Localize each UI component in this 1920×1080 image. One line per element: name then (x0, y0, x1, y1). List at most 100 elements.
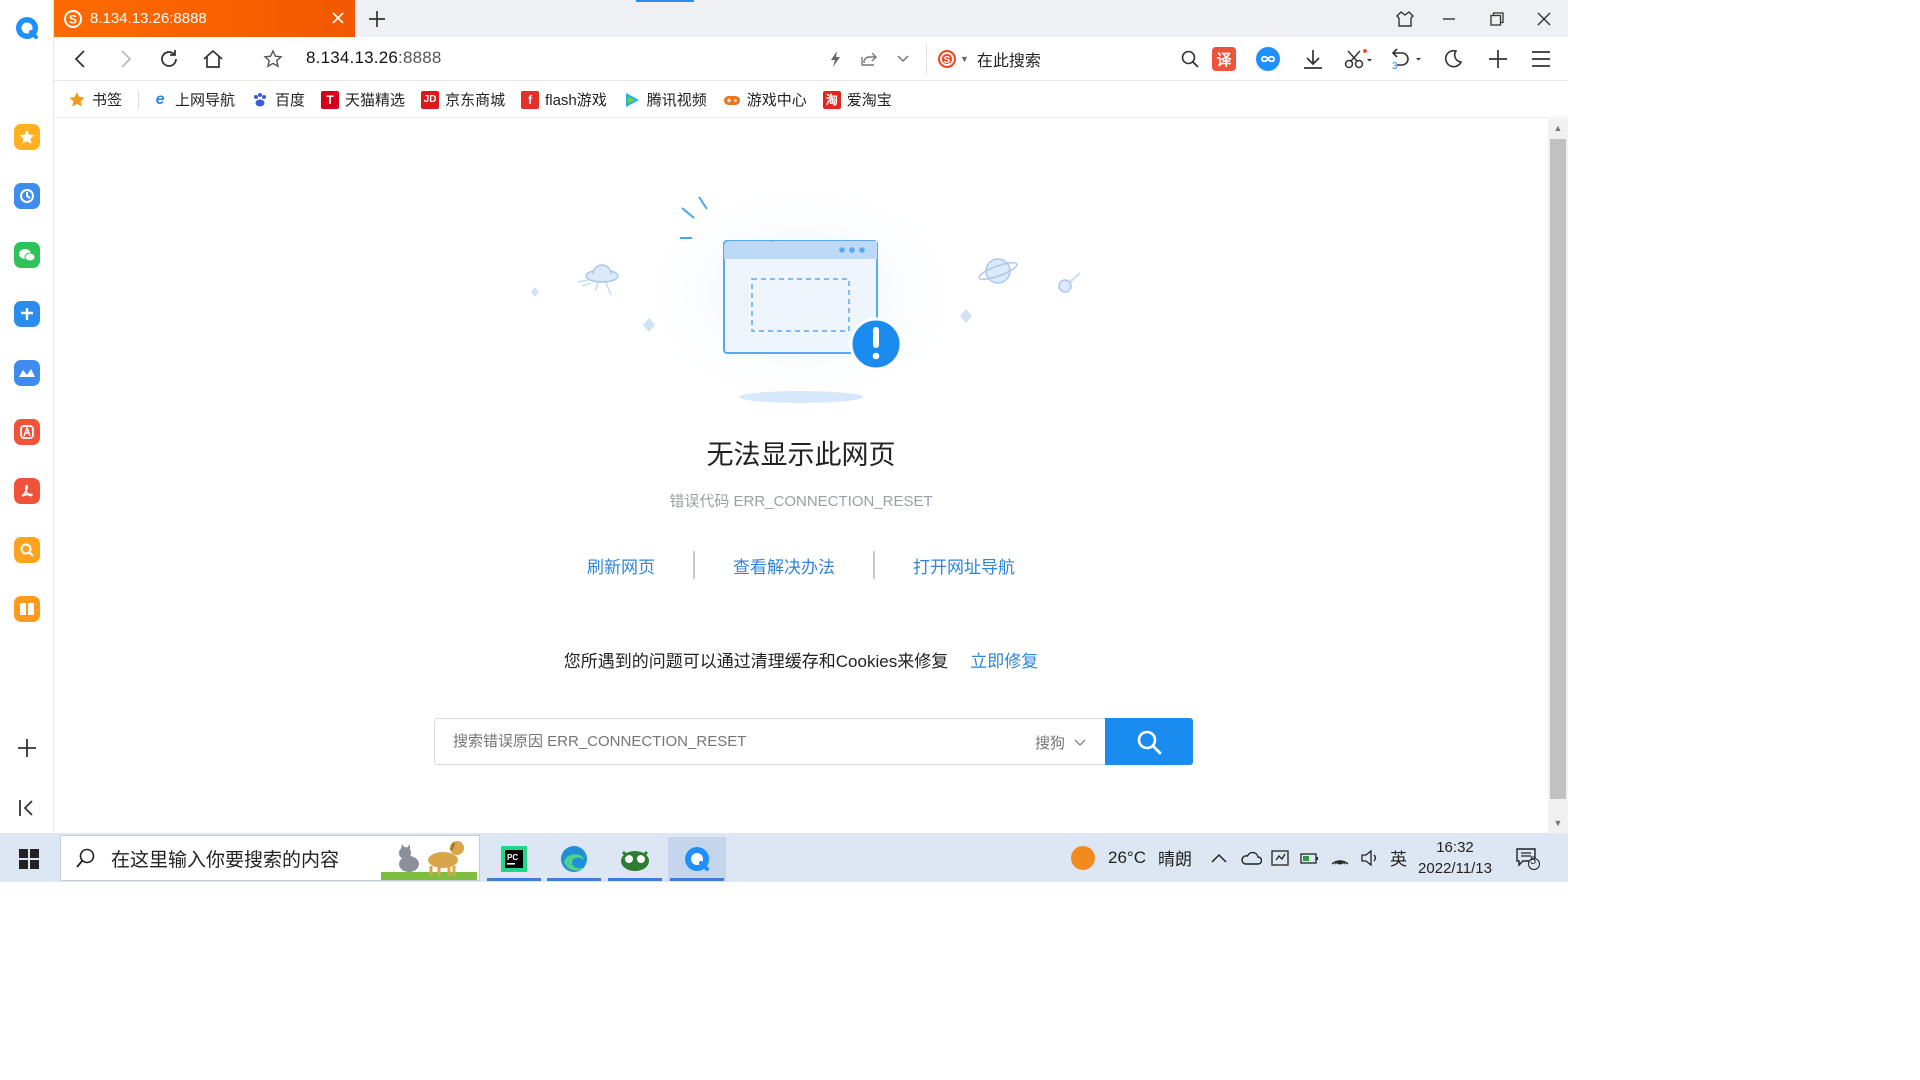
night-mode-moon-icon[interactable] (1441, 47, 1465, 71)
vertical-scrollbar[interactable]: ▲ ▼ (1548, 119, 1568, 833)
fix-now-link[interactable]: 立即修复 (970, 652, 1038, 671)
error-page: 无法显示此网页 错误代码 ERR_CONNECTION_RESET 刷新网页 查… (54, 119, 1548, 833)
search-icon (1137, 730, 1162, 754)
screenshot-scissors-icon[interactable] (1342, 47, 1374, 71)
chevron-down-icon (1074, 739, 1086, 746)
home-icon[interactable] (201, 47, 225, 71)
active-tab[interactable]: S 8.134.13.26:8888 (54, 0, 355, 37)
sogou-engine-icon[interactable]: S (937, 49, 957, 69)
cloud-drive-icon[interactable] (14, 360, 40, 386)
view-solutions-link[interactable]: 查看解决办法 (733, 553, 835, 578)
scroll-up-icon[interactable]: ▲ (1553, 123, 1563, 133)
wifi-icon[interactable] (1330, 849, 1350, 867)
clock-date: 2022/11/13 (1418, 860, 1492, 877)
bookmark-item-tmall[interactable]: T 天猫精选 (321, 89, 405, 110)
add-icon[interactable] (1486, 47, 1510, 71)
download-icon[interactable] (1301, 47, 1325, 71)
left-sidebar (0, 0, 54, 833)
error-search-button[interactable] (1105, 718, 1193, 765)
add-sidebar-icon[interactable] (15, 736, 39, 760)
refresh-page-link[interactable]: 刷新网页 (587, 553, 655, 578)
sun-icon (1071, 845, 1095, 870)
taskbar-clock[interactable]: 16:32 2022/11/13 (1410, 837, 1500, 879)
forward-icon[interactable] (113, 47, 137, 71)
running-indicator (670, 878, 724, 881)
pdf-icon[interactable] (14, 478, 40, 504)
chevron-down-icon[interactable] (891, 47, 915, 71)
speed-mode-icon[interactable] (823, 47, 847, 71)
bookmark-item-baidu[interactable]: 百度 (251, 89, 305, 110)
restore-icon[interactable] (1486, 8, 1508, 30)
svg-text:S: S (69, 12, 77, 26)
translate-icon[interactable] (14, 419, 40, 445)
undo-close-icon[interactable]: 3 (1388, 47, 1422, 72)
running-indicator (487, 878, 541, 881)
ime-indicator[interactable]: 英 (1390, 845, 1407, 870)
tab-strip: S 8.134.13.26:8888 (54, 0, 1568, 37)
browser-logo-icon[interactable] (13, 14, 41, 42)
clock-time: 16:32 (1436, 839, 1474, 856)
taskbar-search[interactable]: 在这里输入你要搜索的内容 (60, 835, 480, 881)
notification-center[interactable]: 5 (1514, 833, 1540, 882)
infinity-icon[interactable] (1256, 47, 1280, 71)
weather-widget[interactable]: 26°C 晴朗 (1070, 833, 1192, 882)
bookmark-item-game-center[interactable]: 游戏中心 (723, 89, 807, 110)
flight-icon[interactable] (14, 301, 40, 327)
taskbar-browser-icon[interactable] (668, 837, 726, 881)
search-placeholder: 在此搜索 (976, 53, 1041, 70)
open-url-nav-link[interactable]: 打开网址导航 (913, 553, 1015, 578)
address-bar[interactable]: 8.134.13.26:8888 (306, 48, 442, 68)
share-icon[interactable] (857, 47, 881, 71)
menu-icon[interactable] (1529, 47, 1553, 71)
reload-icon[interactable] (157, 47, 181, 71)
favorites-icon[interactable] (14, 124, 40, 150)
wechat-icon[interactable] (14, 242, 40, 268)
windows-start-icon[interactable] (18, 848, 40, 870)
screen-capture-icon[interactable] (1270, 848, 1290, 868)
reader-icon[interactable] (14, 596, 40, 622)
engine-caret-icon[interactable]: ▼ (960, 54, 969, 64)
error-search-bar: 搜狗 (434, 718, 1193, 765)
taskbar-game-app-icon[interactable] (606, 837, 664, 881)
system-tray: 英 (1210, 833, 1407, 882)
running-indicator (608, 878, 662, 881)
search-icon[interactable] (1180, 49, 1200, 69)
ie-icon: e (155, 90, 165, 108)
search-box[interactable]: S ▼ 在此搜索 (926, 43, 1200, 75)
minimize-icon[interactable] (1438, 8, 1460, 30)
scroll-down-icon[interactable]: ▼ (1553, 818, 1563, 828)
bookmarks-divider (138, 90, 140, 109)
volume-icon[interactable] (1360, 849, 1380, 867)
taskbar-pycharm-icon[interactable]: PC (485, 837, 543, 881)
back-icon[interactable] (69, 47, 93, 71)
new-tab-button[interactable] (366, 8, 388, 30)
svg-text:PC: PC (507, 853, 518, 862)
search-engine-select[interactable]: 搜狗 (1035, 732, 1087, 753)
close-window-icon[interactable] (1533, 8, 1555, 30)
cat-and-dog-illustration (381, 841, 477, 880)
bookmark-star-icon[interactable] (261, 47, 285, 71)
skin-shirt-icon[interactable] (1394, 8, 1416, 30)
history-icon[interactable] (14, 183, 40, 209)
battery-icon[interactable] (1300, 850, 1320, 866)
bookmark-item-jd[interactable]: JD 京东商城 (421, 89, 505, 110)
tab-title: 8.134.13.26:8888 (90, 10, 207, 27)
bookmark-label: flash游戏 (545, 92, 607, 109)
scrollbar-thumb[interactable] (1550, 139, 1566, 799)
bookmark-item-flash[interactable]: f flash游戏 (521, 89, 607, 110)
bookmark-label: 百度 (275, 92, 306, 109)
error-search-input[interactable] (435, 719, 1025, 764)
translate-toolbar-icon[interactable]: 译 (1212, 47, 1236, 71)
bookmark-item-nav[interactable]: e 上网导航 (151, 89, 235, 110)
bookmark-item-tencent-video[interactable]: 腾讯视频 (623, 89, 707, 110)
collapse-sidebar-icon[interactable] (15, 796, 39, 820)
bookmark-item-taobao[interactable]: 淘 爱淘宝 (822, 89, 892, 110)
onedrive-cloud-icon[interactable] (1240, 850, 1262, 866)
search-tool-icon[interactable] (14, 537, 40, 563)
bookmark-item-favorites[interactable]: 书签 (68, 89, 122, 110)
chevron-up-icon[interactable] (1210, 851, 1228, 865)
taskbar-edge-icon[interactable] (545, 837, 603, 881)
tab-close-icon[interactable] (329, 9, 347, 27)
windows-taskbar: 在这里输入你要搜索的内容 PC 26°C 晴朗 英 16:32 2022/11/… (0, 833, 1568, 882)
bookmark-label: 京东商城 (445, 92, 506, 109)
